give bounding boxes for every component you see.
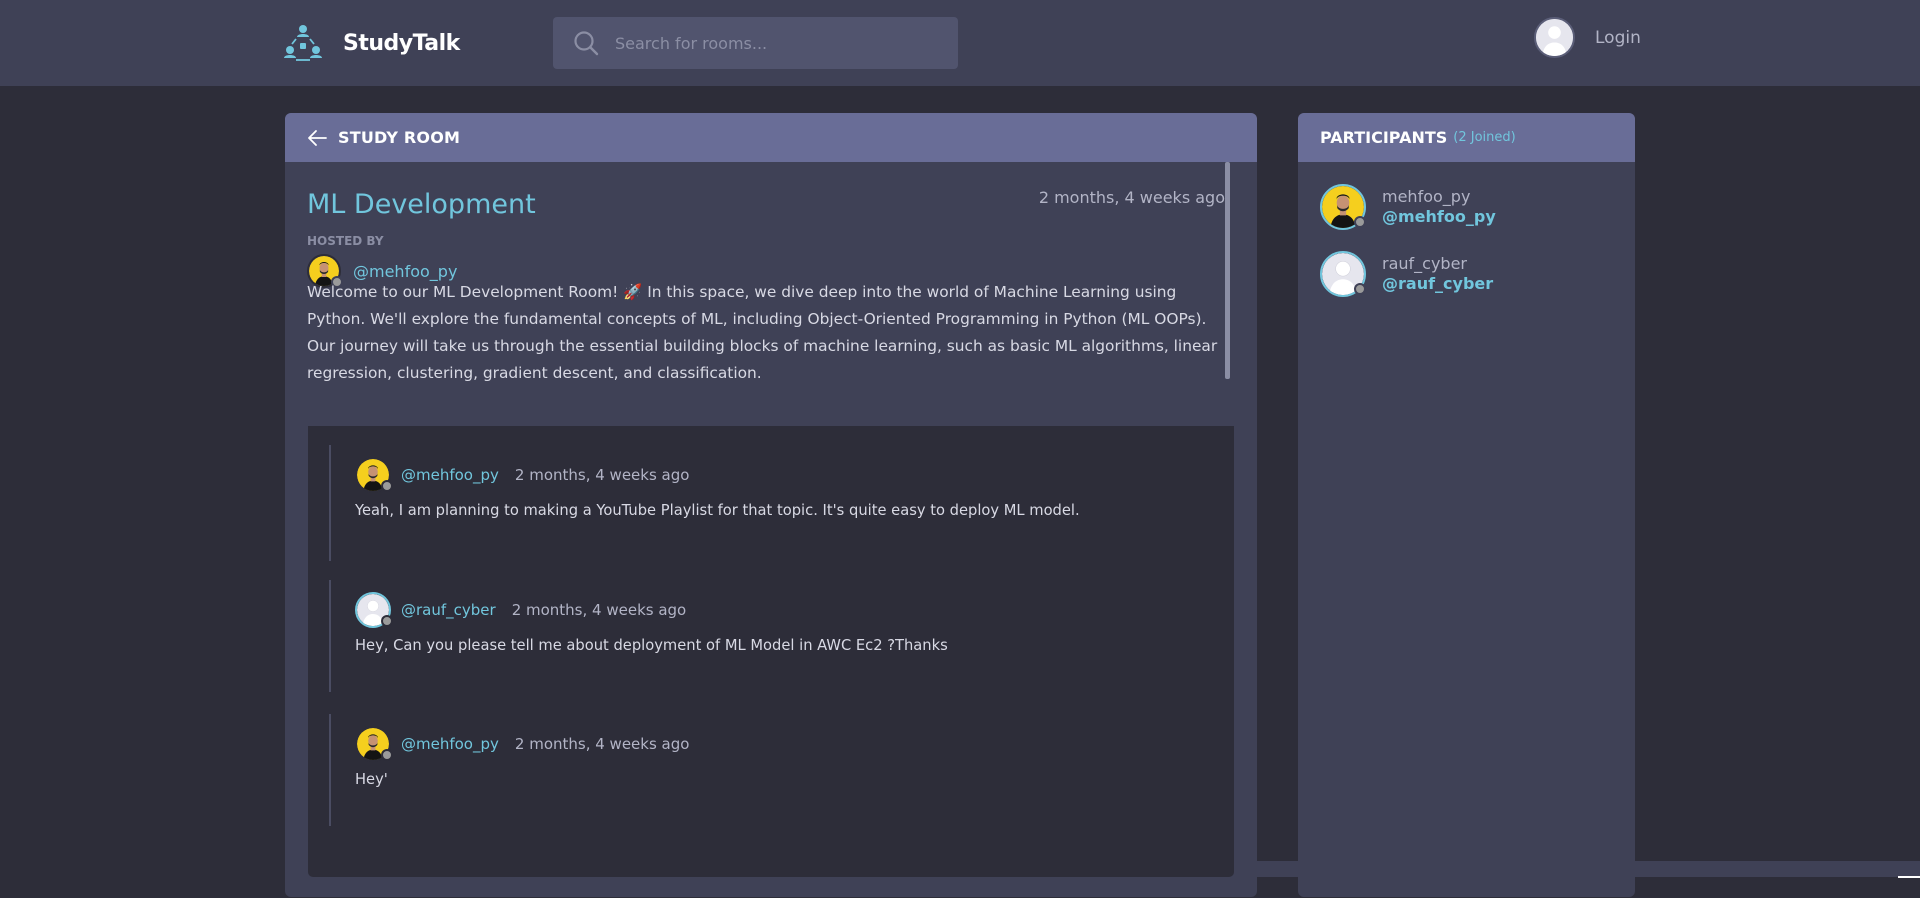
participant-names: mehfoo_py @mehfoo_py bbox=[1382, 187, 1496, 227]
status-dot bbox=[1354, 216, 1366, 228]
brand-name: StudyTalk bbox=[343, 30, 460, 56]
hosted-by-label: HOSTED BY bbox=[307, 234, 384, 248]
message-username[interactable]: @mehfoo_py bbox=[401, 466, 499, 484]
scrollbar-thumb[interactable] bbox=[1225, 162, 1230, 379]
participant-avatar bbox=[1320, 251, 1366, 297]
participants-header: PARTICIPANTS (2 Joined) bbox=[1298, 113, 1635, 162]
brand-logo[interactable]: StudyTalk bbox=[283, 24, 460, 62]
message-text: Hey, Can you please tell me about deploy… bbox=[355, 637, 948, 654]
login-label: Login bbox=[1595, 27, 1641, 48]
arrow-left-icon[interactable] bbox=[307, 129, 327, 147]
search-input[interactable] bbox=[613, 32, 933, 54]
participant-avatar bbox=[1320, 184, 1366, 230]
user-silhouette-icon bbox=[1534, 17, 1575, 58]
footer-divider bbox=[1620, 861, 1920, 877]
status-dot bbox=[381, 749, 393, 761]
status-dot bbox=[381, 615, 393, 627]
room-title: ML Development bbox=[307, 189, 536, 220]
participant-names: rauf_cyber @rauf_cyber bbox=[1382, 254, 1493, 294]
message-text: Hey' bbox=[355, 771, 388, 788]
participants-count: (2 Joined) bbox=[1453, 130, 1516, 145]
message-item: @mehfoo_py 2 months, 4 weeks ago Yeah, I… bbox=[329, 445, 1209, 561]
message-time: 2 months, 4 weeks ago bbox=[511, 601, 687, 619]
participant-name: rauf_cyber bbox=[1382, 254, 1467, 273]
participant-item[interactable]: mehfoo_py @mehfoo_py bbox=[1320, 184, 1496, 230]
status-dot bbox=[1354, 283, 1366, 295]
message-header: @mehfoo_py 2 months, 4 weeks ago bbox=[355, 726, 689, 762]
participant-handle[interactable]: @mehfoo_py bbox=[1382, 207, 1496, 227]
message-text: Yeah, I am planning to making a YouTube … bbox=[355, 502, 1080, 519]
room-created-time: 2 months, 4 weeks ago bbox=[1038, 188, 1225, 207]
message-username[interactable]: @rauf_cyber bbox=[401, 601, 496, 619]
message-header: @rauf_cyber 2 months, 4 weeks ago bbox=[355, 592, 686, 628]
participant-name: mehfoo_py bbox=[1382, 187, 1471, 206]
participant-item[interactable]: rauf_cyber @rauf_cyber bbox=[1320, 251, 1493, 297]
room-description: Welcome to our ML Development Room! 🚀 In… bbox=[307, 283, 1218, 382]
participants-panel: PARTICIPANTS (2 Joined) mehfoo_py @mehfo… bbox=[1298, 113, 1635, 897]
resize-handle bbox=[1898, 876, 1920, 878]
message-avatar bbox=[355, 457, 393, 493]
room-header: STUDY ROOM bbox=[285, 113, 1257, 162]
search-icon bbox=[574, 31, 599, 56]
message-item: @mehfoo_py 2 months, 4 weeks ago Hey' bbox=[329, 714, 1209, 826]
message-item: @rauf_cyber 2 months, 4 weeks ago Hey, C… bbox=[329, 580, 1209, 692]
message-time: 2 months, 4 weeks ago bbox=[514, 466, 690, 484]
footer-divider bbox=[1249, 861, 1302, 877]
message-header: @mehfoo_py 2 months, 4 weeks ago bbox=[355, 457, 689, 493]
room-header-title: STUDY ROOM bbox=[338, 128, 461, 147]
conversation-list: @mehfoo_py 2 months, 4 weeks ago Yeah, I… bbox=[308, 426, 1234, 877]
participant-handle[interactable]: @rauf_cyber bbox=[1382, 274, 1493, 294]
participants-title: PARTICIPANTS bbox=[1320, 128, 1448, 147]
message-username[interactable]: @mehfoo_py bbox=[401, 735, 499, 753]
host-username[interactable]: @mehfoo_py bbox=[353, 262, 457, 281]
people-network-icon bbox=[284, 25, 322, 61]
message-avatar bbox=[355, 592, 393, 628]
top-navbar: StudyTalk Login bbox=[0, 0, 1920, 86]
status-dot bbox=[381, 480, 393, 492]
login-link[interactable]: Login bbox=[1534, 17, 1641, 58]
search-bar bbox=[553, 17, 958, 69]
message-avatar bbox=[355, 726, 393, 762]
message-time: 2 months, 4 weeks ago bbox=[514, 735, 690, 753]
